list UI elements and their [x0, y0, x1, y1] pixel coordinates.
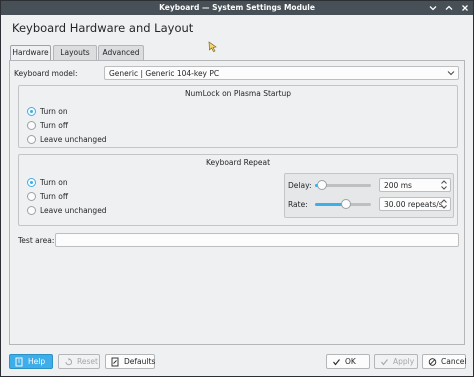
ok-button[interactable]: OK — [326, 354, 370, 369]
keyboard-model-combo[interactable]: Generic | Generic 104-key PC — [104, 66, 459, 80]
delay-value: 200 ms — [384, 181, 412, 190]
slider-handle[interactable] — [340, 199, 351, 209]
tab-hardware[interactable]: Hardware — [10, 45, 51, 61]
repeat-settings-box: Delay: 200 ms Rate: 30.00 repeats/s — [284, 173, 454, 218]
keyboard-repeat-group: Keyboard Repeat Turn on Turn off Leave u… — [18, 154, 458, 226]
defaults-icon — [111, 356, 120, 372]
cancel-icon — [428, 356, 437, 372]
check-icon — [332, 356, 341, 372]
numlock-group-title: NumLock on Plasma Startup — [184, 89, 292, 98]
reset-label: Reset — [77, 357, 98, 366]
keyboard-repeat-group-title: Keyboard Repeat — [205, 158, 271, 167]
mouse-cursor-icon — [208, 41, 217, 52]
reset-button[interactable]: Reset — [58, 354, 100, 369]
radio-label: Turn on — [40, 178, 68, 187]
rate-slider[interactable] — [315, 199, 371, 209]
close-icon[interactable] — [459, 2, 471, 14]
hardware-panel: Keyboard model: Generic | Generic 104-ke… — [9, 60, 465, 345]
cancel-button[interactable]: Cancel — [422, 354, 466, 369]
radio-indicator — [27, 206, 36, 215]
tab-layouts[interactable]: Layouts — [53, 45, 97, 60]
slider-handle[interactable] — [316, 180, 327, 190]
radio-indicator — [27, 121, 36, 130]
rate-value: 30.00 repeats/s — [384, 200, 443, 209]
ok-label: OK — [345, 357, 356, 366]
window-title: Keyboard — System Settings Module — [159, 3, 315, 12]
keyboard-model-label: Keyboard model: — [14, 69, 78, 78]
check-icon — [380, 356, 389, 372]
help-label: Help — [28, 357, 46, 366]
reset-icon — [64, 356, 73, 372]
rate-spinbox[interactable]: 30.00 repeats/s — [379, 197, 451, 211]
apply-button[interactable]: Apply — [374, 354, 418, 369]
apply-label: Apply — [393, 357, 415, 366]
spin-arrows-icon[interactable] — [440, 179, 448, 193]
minimize-icon[interactable] — [427, 2, 439, 14]
defaults-button[interactable]: Defaults — [105, 354, 155, 369]
cancel-label: Cancel — [441, 357, 467, 366]
help-icon — [15, 356, 24, 372]
help-button[interactable]: Help — [9, 354, 53, 369]
defaults-label: Defaults — [124, 357, 156, 366]
page-title: Keyboard Hardware and Layout — [12, 21, 194, 35]
settings-window: Keyboard — System Settings Module Keyboa… — [0, 0, 474, 377]
radio-label: Turn off — [40, 192, 69, 201]
maximize-icon[interactable] — [443, 2, 455, 14]
delay-label: Delay: — [288, 181, 312, 190]
keyboard-model-value: Generic | Generic 104-key PC — [109, 69, 220, 78]
rate-label: Rate: — [288, 200, 308, 209]
numlock-group: NumLock on Plasma Startup Turn on Turn o… — [18, 85, 458, 148]
chevron-down-icon — [447, 68, 455, 80]
test-area-label: Test area: — [18, 236, 55, 245]
radio-label: Turn on — [40, 107, 68, 116]
radio-label: Leave unchanged — [40, 206, 107, 215]
radio-indicator — [27, 135, 36, 144]
delay-spinbox[interactable]: 200 ms — [379, 178, 451, 192]
radio-indicator — [27, 178, 36, 187]
delay-slider[interactable] — [315, 180, 371, 190]
spin-arrows-icon[interactable] — [440, 198, 448, 212]
radio-indicator — [27, 107, 36, 116]
radio-label: Turn off — [40, 121, 69, 130]
radio-indicator — [27, 192, 36, 201]
test-area-input[interactable] — [55, 233, 459, 247]
tab-advanced[interactable]: Advanced — [98, 45, 144, 60]
radio-label: Leave unchanged — [40, 135, 107, 144]
title-bar[interactable]: Keyboard — System Settings Module — [1, 1, 473, 15]
